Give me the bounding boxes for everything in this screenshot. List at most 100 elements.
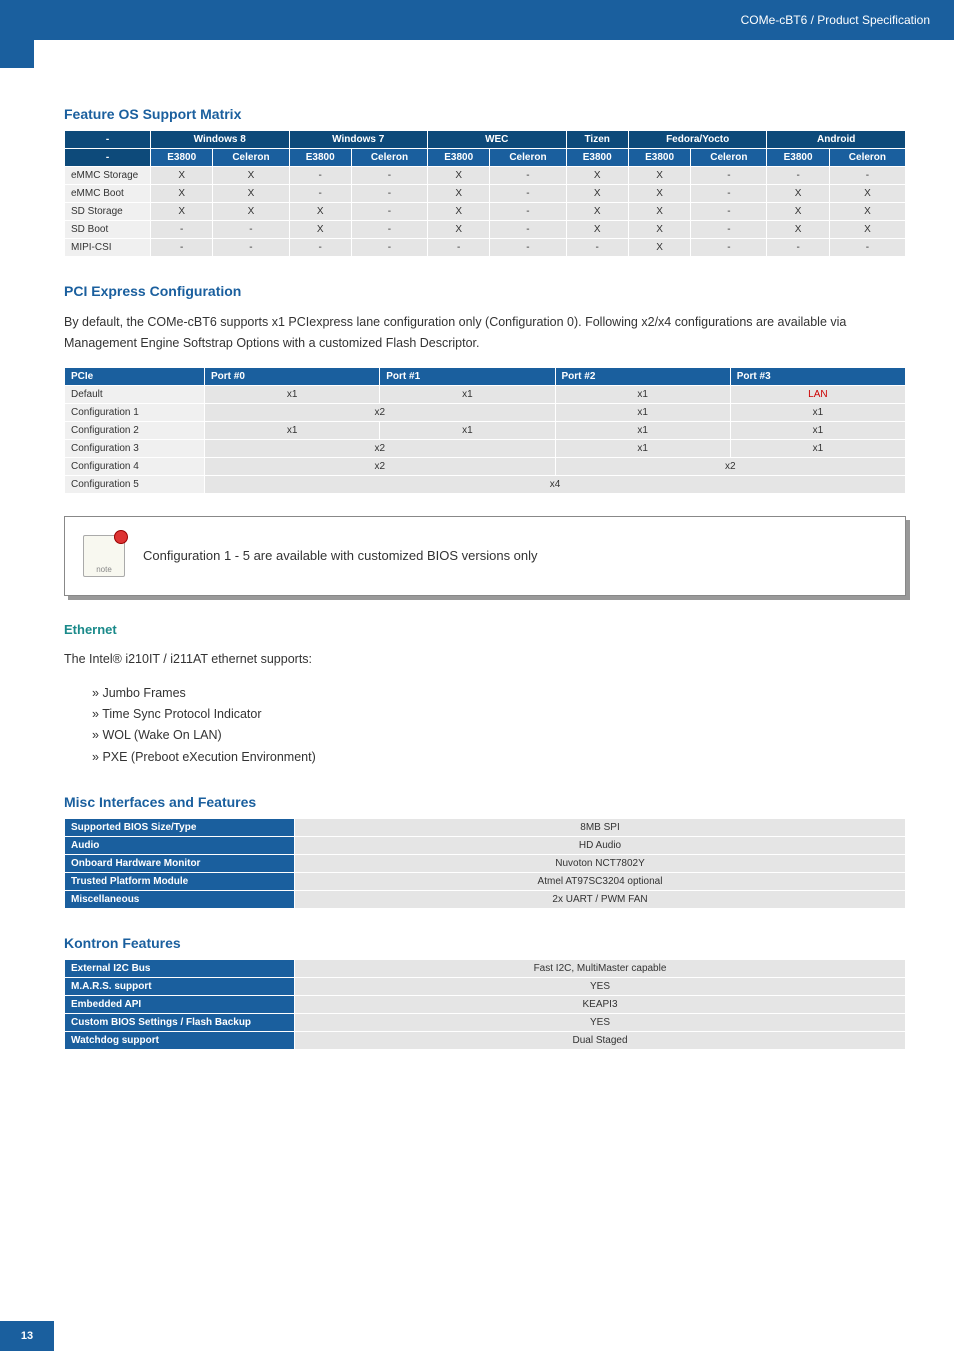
kv-value: HD Audio: [295, 836, 906, 854]
os-header-blank: -: [65, 131, 151, 149]
pcie-cell: x1: [380, 421, 555, 439]
pcie-cell: x1: [730, 403, 905, 421]
table-row: Custom BIOS Settings / Flash BackupYES: [65, 1013, 906, 1031]
os-sub: E3800: [428, 149, 490, 167]
os-cell: -: [490, 221, 566, 239]
kv-key: M.A.R.S. support: [65, 977, 295, 995]
pcie-header: Port #3: [730, 367, 905, 385]
os-cell: X: [628, 185, 690, 203]
os-cell: X: [566, 203, 628, 221]
os-cell: -: [289, 167, 351, 185]
os-cell: -: [289, 185, 351, 203]
os-cell: -: [829, 239, 905, 257]
pcie-cell: x1: [205, 385, 380, 403]
os-group-android: Android: [767, 131, 906, 149]
os-group-win8: Windows 8: [151, 131, 290, 149]
os-group-fedora: Fedora/Yocto: [628, 131, 767, 149]
list-item: PXE (Preboot eXecution Environment): [92, 747, 906, 768]
os-sub: Celeron: [490, 149, 566, 167]
kv-value: 8MB SPI: [295, 818, 906, 836]
table-row: Configuration 2 x1 x1 x1 x1: [65, 421, 906, 439]
pcie-header: Port #1: [380, 367, 555, 385]
kv-value: Nuvoton NCT7802Y: [295, 854, 906, 872]
os-sub-blank: -: [65, 149, 151, 167]
table-row: PCIe Port #0 Port #1 Port #2 Port #3: [65, 367, 906, 385]
kv-key: Watchdog support: [65, 1031, 295, 1049]
os-sub: E3800: [566, 149, 628, 167]
table-row: Trusted Platform ModuleAtmel AT97SC3204 …: [65, 872, 906, 890]
page-content: Feature OS Support Matrix - Windows 8 Wi…: [0, 40, 954, 1090]
header-band: COMe-cBT6 / Product Specification: [0, 0, 954, 40]
os-cell: -: [351, 221, 427, 239]
os-cell: X: [213, 167, 289, 185]
kv-key: Onboard Hardware Monitor: [65, 854, 295, 872]
table-row: External I2C BusFast I2C, MultiMaster ca…: [65, 959, 906, 977]
pcie-cell: x1: [380, 385, 555, 403]
list-item: Time Sync Protocol Indicator: [92, 704, 906, 725]
list-item: WOL (Wake On LAN): [92, 725, 906, 746]
ethernet-description: The Intel® i210IT / i211AT ethernet supp…: [64, 649, 906, 670]
os-cell: X: [428, 185, 490, 203]
os-sub: Celeron: [829, 149, 905, 167]
pcie-table: PCIe Port #0 Port #1 Port #2 Port #3 Def…: [64, 367, 906, 494]
os-cell: -: [691, 221, 767, 239]
os-cell: X: [566, 185, 628, 203]
pcie-cell: x1: [555, 421, 730, 439]
left-accent-strip: [0, 0, 34, 68]
os-cell: X: [628, 203, 690, 221]
pcie-row-label: Configuration 2: [65, 421, 205, 439]
os-cell: X: [767, 221, 829, 239]
os-cell: -: [351, 167, 427, 185]
os-cell: X: [428, 167, 490, 185]
os-cell: X: [829, 185, 905, 203]
pcie-cell: x2: [205, 439, 556, 457]
table-row: MIPI-CSI - - - - - - - X - - -: [65, 239, 906, 257]
os-cell: -: [691, 167, 767, 185]
pcie-cell: x1: [555, 439, 730, 457]
pcie-cell-lan: LAN: [730, 385, 905, 403]
table-row: Configuration 1 x2 x1 x1: [65, 403, 906, 421]
misc-table: Supported BIOS Size/Type8MB SPI AudioHD …: [64, 818, 906, 909]
table-row: Configuration 3 x2 x1 x1: [65, 439, 906, 457]
pcie-cell: x1: [205, 421, 380, 439]
os-sub: E3800: [289, 149, 351, 167]
kv-value: 2x UART / PWM FAN: [295, 890, 906, 908]
pcie-description: By default, the COMe-cBT6 supports x1 PC…: [64, 312, 906, 355]
kv-value: Dual Staged: [295, 1031, 906, 1049]
pcie-row-label: Configuration 1: [65, 403, 205, 421]
os-cell: X: [628, 167, 690, 185]
os-cell: -: [351, 185, 427, 203]
kv-key: Embedded API: [65, 995, 295, 1013]
os-cell: X: [289, 203, 351, 221]
table-row: - E3800 Celeron E3800 Celeron E3800 Cele…: [65, 149, 906, 167]
table-row: SD Boot - - X - X - X X - X X: [65, 221, 906, 239]
os-cell: -: [490, 203, 566, 221]
ethernet-feature-list: Jumbo Frames Time Sync Protocol Indicato…: [64, 683, 906, 768]
os-sub: E3800: [151, 149, 213, 167]
kv-value: YES: [295, 977, 906, 995]
kv-value: KEAPI3: [295, 995, 906, 1013]
pcie-cell: x2: [555, 457, 906, 475]
kv-key: Trusted Platform Module: [65, 872, 295, 890]
os-cell: X: [829, 221, 905, 239]
table-row: Supported BIOS Size/Type8MB SPI: [65, 818, 906, 836]
table-row: - Windows 8 Windows 7 WEC Tizen Fedora/Y…: [65, 131, 906, 149]
os-cell: -: [691, 185, 767, 203]
os-row-label: MIPI-CSI: [65, 239, 151, 257]
heading-pcie: PCI Express Configuration: [64, 283, 906, 299]
doc-title: COMe-cBT6 / Product Specification: [741, 13, 930, 27]
os-support-table: - Windows 8 Windows 7 WEC Tizen Fedora/Y…: [64, 130, 906, 257]
os-cell: -: [289, 239, 351, 257]
os-cell: -: [213, 239, 289, 257]
os-cell: -: [351, 203, 427, 221]
pcie-cell: x2: [205, 403, 556, 421]
heading-kontron: Kontron Features: [64, 935, 906, 951]
os-cell: -: [767, 239, 829, 257]
os-cell: -: [151, 239, 213, 257]
os-group-wec: WEC: [428, 131, 567, 149]
kontron-table: External I2C BusFast I2C, MultiMaster ca…: [64, 959, 906, 1050]
note-icon: [83, 535, 125, 577]
os-cell: -: [767, 167, 829, 185]
pcie-cell: x1: [555, 403, 730, 421]
os-cell: X: [628, 221, 690, 239]
